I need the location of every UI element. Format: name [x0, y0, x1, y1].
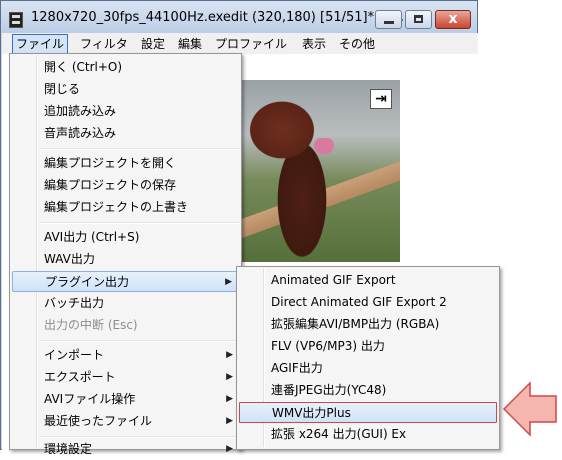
- plugin-export-submenu: Animated GIF Export Direct Animated GIF …: [236, 266, 500, 450]
- menu-filter[interactable]: フィルタ: [78, 36, 130, 52]
- menu-item-avi-file-ops[interactable]: AVIファイル操作 ▶: [12, 389, 239, 410]
- arrow-pointer-icon: [502, 381, 557, 437]
- menu-item-import[interactable]: インポート ▶: [12, 345, 239, 366]
- menu-item-export[interactable]: エクスポート ▶: [12, 367, 239, 388]
- menu-item-wav-export[interactable]: WAV出力: [12, 249, 239, 270]
- menu-separator: [40, 436, 239, 438]
- menu-item-avi-export[interactable]: AVI出力 (Ctrl+S): [12, 227, 239, 248]
- title-bar[interactable]: 1280x720_30fps_44100Hz.exedit (320,180) …: [1, 1, 477, 33]
- dog-tongue: [314, 138, 334, 154]
- menu-item-recent-files[interactable]: 最近使ったファイル ▶: [12, 411, 239, 432]
- menu-settings[interactable]: 設定: [139, 36, 167, 52]
- submenu-item-agif[interactable]: AGIF出力: [239, 358, 497, 379]
- submenu-arrow-icon: ▶: [226, 394, 233, 404]
- minimize-icon: [384, 21, 394, 24]
- menu-separator: [40, 222, 239, 224]
- arrow-pointer-shape: [502, 381, 557, 437]
- menu-other[interactable]: その他: [337, 36, 377, 52]
- menu-separator: [40, 340, 239, 342]
- jump-to-end-icon[interactable]: ⇥: [370, 89, 392, 109]
- menu-item-audio-load[interactable]: 音声読み込み: [12, 123, 239, 144]
- menu-item-save-project[interactable]: 編集プロジェクトの保存: [12, 175, 239, 196]
- submenu-arrow-icon: ▶: [226, 350, 233, 360]
- minimize-button[interactable]: [375, 10, 402, 29]
- file-menu: 開く (Ctrl+O) 閉じる 追加読み込み 音声読み込み 編集プロジェクトを開…: [9, 53, 242, 456]
- menu-file[interactable]: ファイル: [12, 34, 69, 54]
- submenu-arrow-icon: ▶: [226, 372, 233, 382]
- window-title: 1280x720_30fps_44100Hz.exedit (320,180) …: [31, 10, 404, 25]
- menu-profile[interactable]: プロファイル: [213, 36, 289, 52]
- submenu-arrow-icon: ▶: [225, 277, 232, 287]
- menu-bar: ファイル フィルタ 設定 編集 プロファイル 表示 その他: [2, 33, 478, 54]
- submenu-item-x264-gui-ex[interactable]: 拡張 x264 出力(GUI) Ex: [239, 424, 497, 445]
- menu-item-open[interactable]: 開く (Ctrl+O): [12, 57, 239, 78]
- submenu-item-avi-bmp-rgba[interactable]: 拡張編集AVI/BMP出力 (RGBA): [239, 314, 497, 335]
- menu-item-plugin-export[interactable]: プラグイン出力 ▶: [12, 271, 239, 292]
- menu-item-open-project[interactable]: 編集プロジェクトを開く: [12, 153, 239, 174]
- menu-separator: [40, 148, 239, 150]
- submenu-item-direct-animated-gif[interactable]: Direct Animated GIF Export 2: [239, 292, 497, 313]
- submenu-item-jpeg-sequence[interactable]: 連番JPEG出力(YC48): [239, 380, 497, 401]
- app-film-icon[interactable]: [9, 12, 23, 28]
- menu-item-close[interactable]: 閉じる: [12, 79, 239, 100]
- menu-view[interactable]: 表示: [300, 36, 328, 52]
- maximize-button[interactable]: [405, 10, 432, 29]
- menu-item-overwrite-project[interactable]: 編集プロジェクトの上書き: [12, 197, 239, 218]
- menu-edit[interactable]: 編集: [176, 36, 204, 52]
- menu-item-abort-export: 出力の中断 (Esc): [44, 318, 138, 332]
- submenu-arrow-icon: ▶: [226, 416, 233, 426]
- menu-item-batch-export[interactable]: バッチ出力: [12, 293, 239, 314]
- close-icon: x: [448, 11, 458, 27]
- maximize-icon: [414, 15, 423, 23]
- close-button[interactable]: x: [435, 10, 471, 29]
- menu-item-append[interactable]: 追加読み込み: [12, 101, 239, 122]
- submenu-item-animated-gif[interactable]: Animated GIF Export: [239, 270, 497, 291]
- submenu-item-flv[interactable]: FLV (VP6/MP3) 出力: [239, 336, 497, 357]
- submenu-item-wmv-plus[interactable]: WMV出力Plus: [239, 402, 497, 423]
